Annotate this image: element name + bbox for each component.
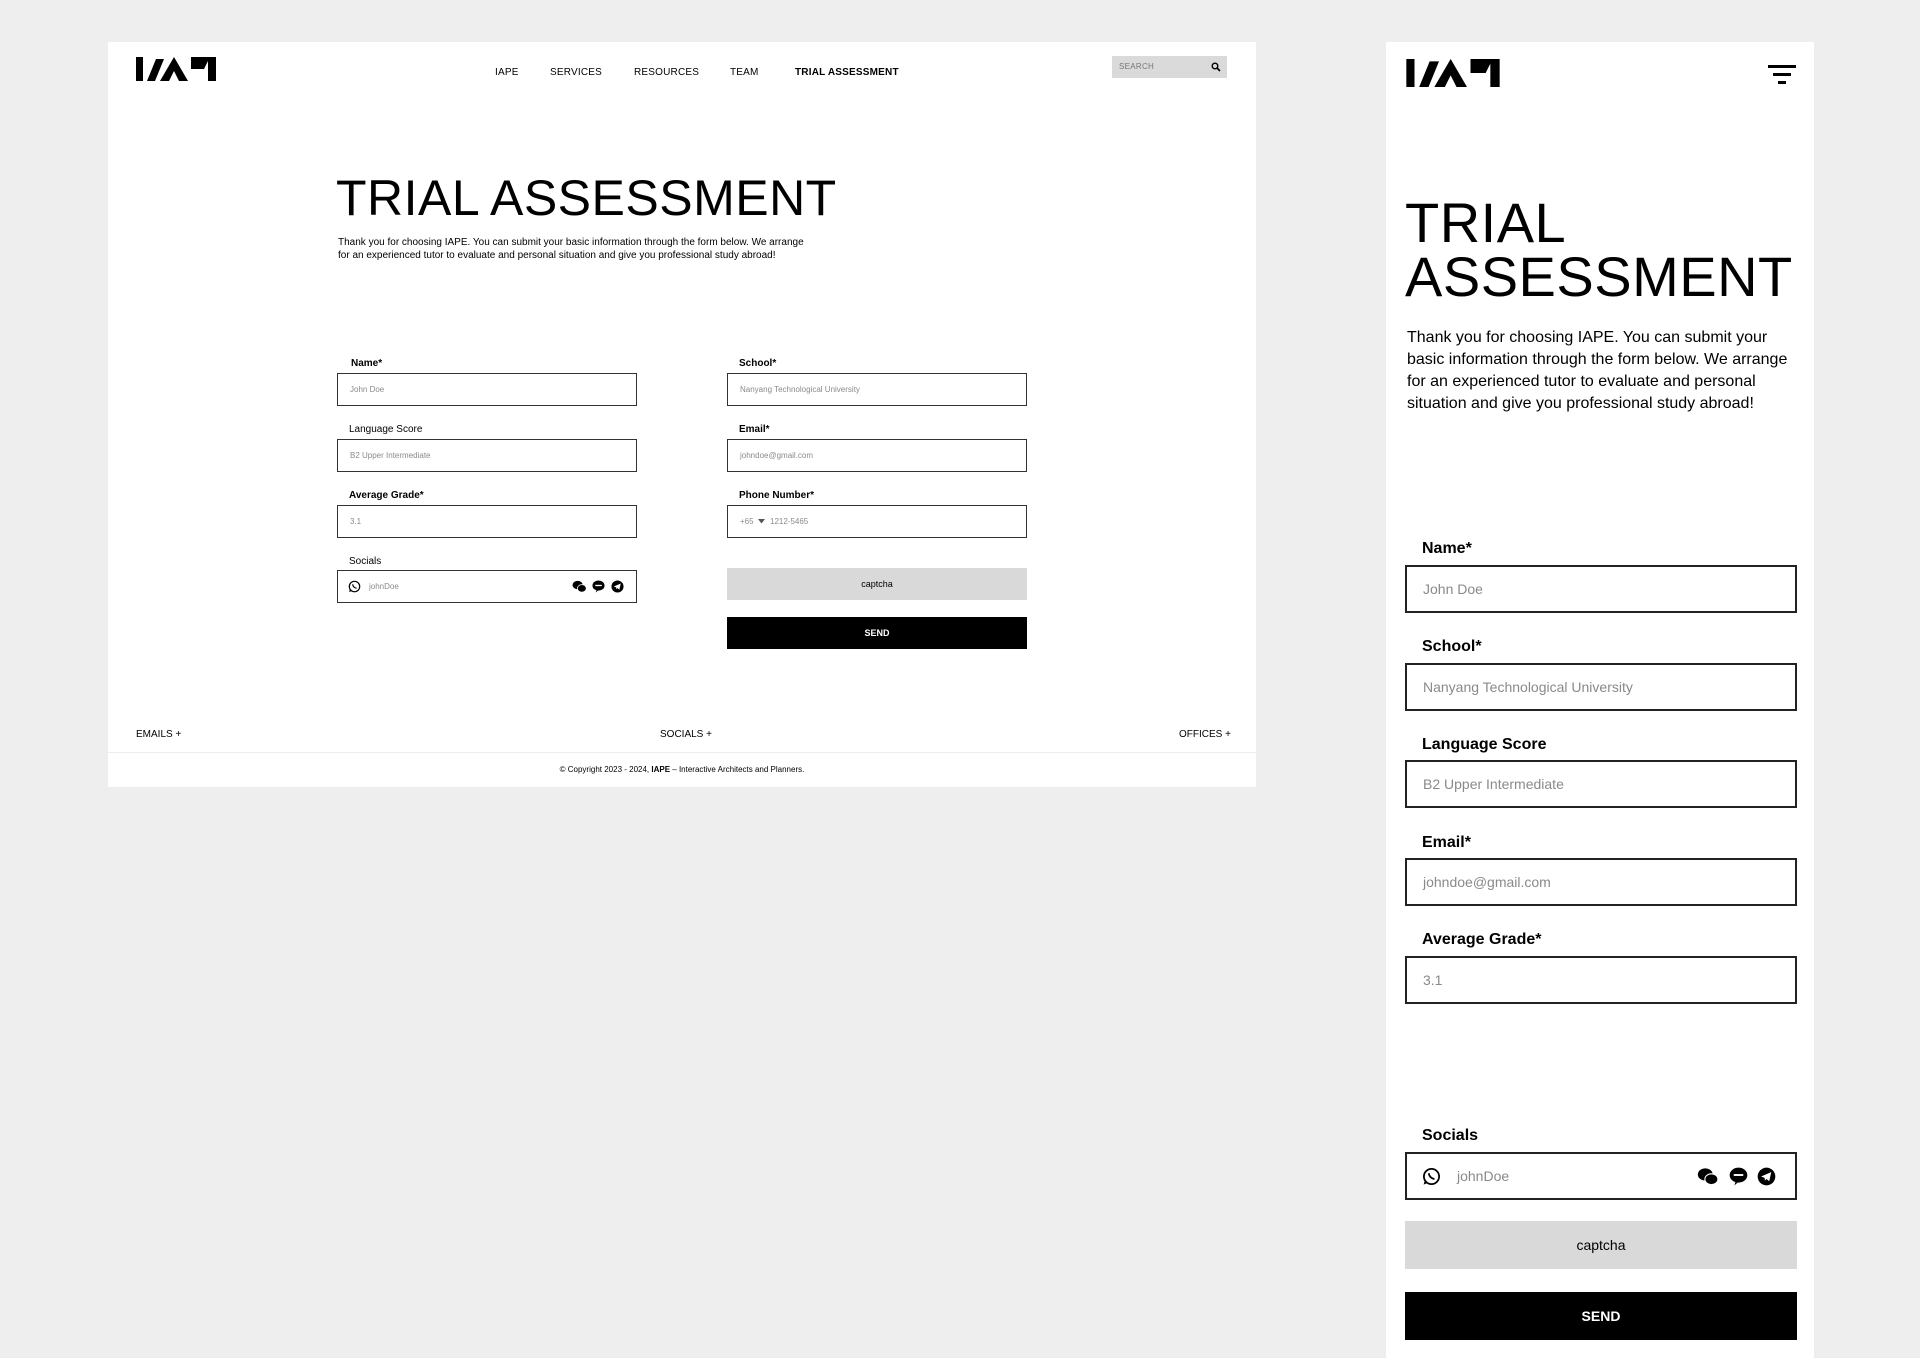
language-score-placeholder: B2 Upper Intermediate [350,451,431,460]
school-field[interactable]: Nanyang Technological University [727,373,1027,406]
copyright-prefix: © Copyright 2023 - 2024, [559,765,652,774]
language-score-label: Language Score [1422,736,1547,753]
nav-item-team[interactable]: TEAM [730,67,759,78]
logo-icon[interactable] [1405,59,1501,87]
copyright-text: © Copyright 2023 - 2024, IAPE – Interact… [108,765,1256,774]
footer-offices-toggle[interactable]: OFFICES + [1179,729,1231,740]
logo-icon[interactable] [136,57,216,81]
filter-menu-icon[interactable] [1768,64,1796,86]
socials-label: Socials [1422,1127,1479,1144]
email-field[interactable]: johndoe@gmail.com [727,439,1027,472]
name-placeholder: John Doe [350,385,385,394]
nav-item-services[interactable]: SERVICES [550,67,602,78]
search-input[interactable]: SEARCH [1112,56,1227,78]
line-icon[interactable] [592,580,605,593]
language-score-field[interactable]: B2 Upper Intermediate [1405,760,1797,808]
school-label: School* [739,358,777,369]
average-grade-placeholder: 3.1 [350,517,362,526]
average-grade-field[interactable]: 3.1 [337,505,637,538]
copyright-brand: IAPE [651,765,671,774]
main-nav: IAPE SERVICES RESOURCES TEAM TRIAL ASSES… [483,67,903,83]
name-field[interactable]: John Doe [337,373,637,406]
school-placeholder: Nanyang Technological University [740,385,860,394]
name-field[interactable]: John Doe [1405,565,1797,613]
nav-item-trial-assessment[interactable]: TRIAL ASSESSMENT [795,67,899,78]
language-score-label: Language Score [349,424,423,435]
search-placeholder: SEARCH [1119,62,1155,71]
send-button[interactable]: SEND [1405,1292,1797,1340]
name-placeholder: John Doe [1423,581,1483,597]
whatsapp-icon[interactable] [1422,1167,1441,1186]
chevron-down-icon[interactable] [758,519,765,524]
telegram-icon[interactable] [611,580,624,593]
name-label: Name* [1422,540,1472,557]
footer-socials-toggle[interactable]: SOCIALS + [660,729,712,740]
socials-field[interactable]: johnDoe [1405,1152,1797,1200]
mobile-frame: TRIAL ASSESSMENT Thank you for choosing … [1386,42,1814,1358]
school-field[interactable]: Nanyang Technological University [1405,663,1797,711]
phone-number-placeholder: 1212-5465 [770,517,809,526]
email-placeholder: johndoe@gmail.com [1423,874,1551,890]
average-grade-label: Average Grade* [349,490,424,501]
copyright-suffix: – Interactive Architects and Planners. [670,765,805,774]
title-line: TRIAL [1405,191,1567,254]
average-grade-field[interactable]: 3.1 [1405,956,1797,1004]
wechat-icon[interactable] [1697,1167,1719,1186]
country-code-select[interactable]: +65 [740,517,754,526]
line-icon[interactable] [1729,1167,1748,1186]
phone-number-label: Phone Number* [739,490,815,501]
email-field[interactable]: johndoe@gmail.com [1405,858,1797,906]
footer-divider [108,752,1256,753]
email-label: Email* [1422,834,1471,851]
socials-placeholder: johnDoe [369,582,399,591]
email-label: Email* [739,424,770,435]
telegram-icon[interactable] [1757,1167,1776,1186]
phone-number-field[interactable]: +65 1212-5465 [727,505,1027,538]
language-score-placeholder: B2 Upper Intermediate [1423,776,1564,792]
search-icon[interactable] [1211,62,1221,72]
page-intro: Thank you for choosing IAPE. You can sub… [1407,329,1788,412]
language-score-field[interactable]: B2 Upper Intermediate [337,439,637,472]
school-label: School* [1422,638,1482,655]
desktop-frame: IAPE SERVICES RESOURCES TEAM TRIAL ASSES… [108,42,1256,787]
send-button[interactable]: SEND [727,617,1027,649]
page-intro: Thank you for choosing IAPE. You can sub… [338,236,828,262]
whatsapp-icon[interactable] [348,580,361,593]
school-placeholder: Nanyang Technological University [1423,679,1633,695]
wechat-icon[interactable] [572,580,587,593]
footer-emails-toggle[interactable]: EMAILS + [136,729,181,740]
nav-item-iape[interactable]: IAPE [495,67,519,78]
intro-line: Thank you for choosing IAPE. You can sub… [338,237,804,248]
nav-item-resources[interactable]: RESOURCES [634,67,699,78]
captcha-box[interactable]: captcha [727,568,1027,600]
socials-field[interactable]: johnDoe [337,570,637,603]
captcha-box[interactable]: captcha [1405,1221,1797,1269]
intro-line: for an experienced tutor to evaluate and… [338,250,776,261]
title-line: ASSESSMENT [1405,245,1793,308]
socials-placeholder: johnDoe [1457,1168,1510,1184]
average-grade-label: Average Grade* [1422,931,1542,948]
page-title: TRIAL ASSESSMENT [336,170,837,226]
email-placeholder: johndoe@gmail.com [740,451,814,460]
page-title: TRIAL ASSESSMENT [1405,191,1793,308]
name-label: Name* [351,358,383,369]
socials-label: Socials [349,556,382,567]
average-grade-placeholder: 3.1 [1423,972,1443,988]
